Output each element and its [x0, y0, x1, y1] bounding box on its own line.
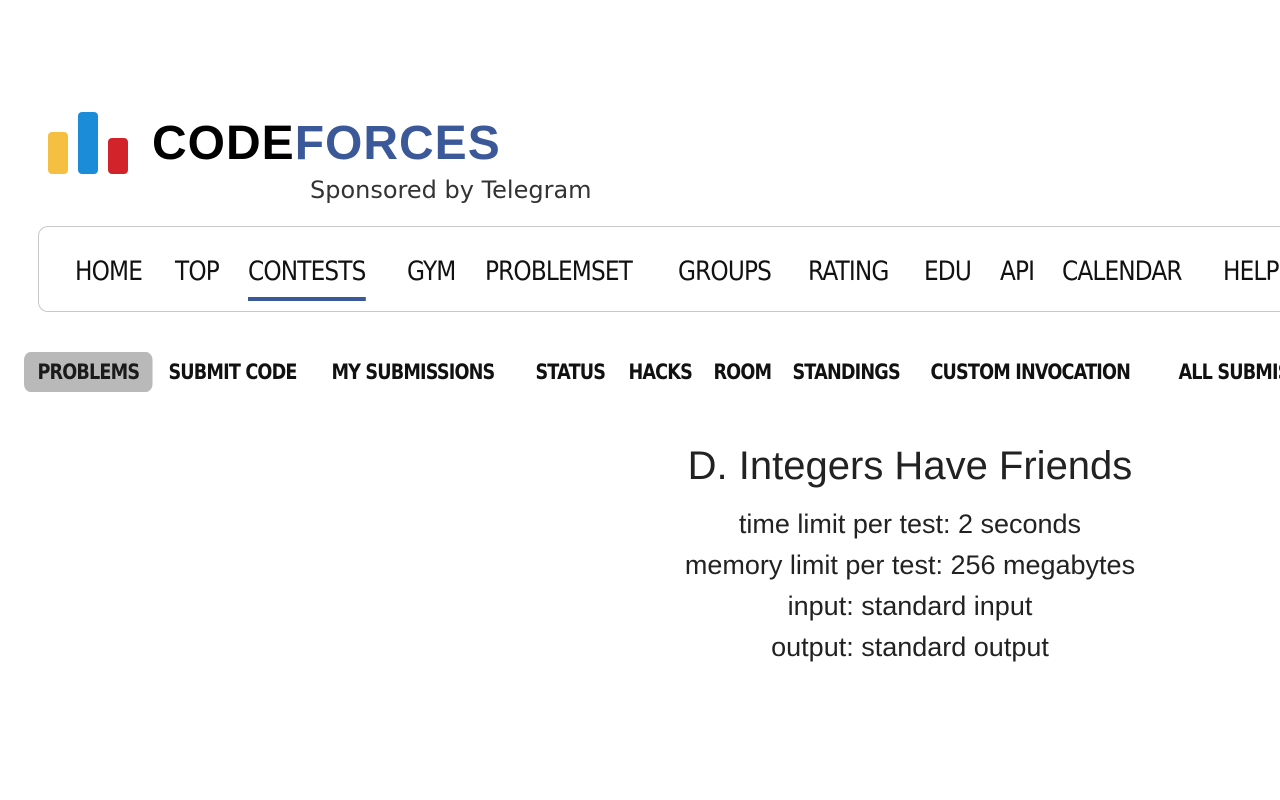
tab-standings[interactable]: STANDINGS — [779, 352, 913, 392]
logo-wordmark: CODEFORCES — [152, 116, 501, 172]
tab-problems[interactable]: PROBLEMS — [24, 352, 153, 392]
input-spec: input: standard input — [787, 591, 1033, 621]
nav-item-problemset[interactable]: PROBLEMSET — [485, 255, 633, 289]
tab-hacks[interactable]: HACKS — [615, 352, 705, 392]
logo-word-code: CODE — [152, 117, 295, 170]
tab-my-submissions[interactable]: MY SUBMISSIONS — [318, 352, 508, 392]
main-nav-list: HOME TOP CONTESTS GYM PROBLEMSET GROUPS … — [75, 255, 1280, 301]
problem-header: D. Integers Have Friends time limit per … — [600, 440, 1220, 668]
nav-item-contests[interactable]: CONTESTS — [247, 255, 366, 301]
output-spec: output: standard output — [771, 632, 1049, 662]
sub-nav-list: PROBLEMS SUBMIT CODE MY SUBMISSIONS STAT… — [24, 352, 1280, 392]
memory-limit: memory limit per test: 256 megabytes — [684, 550, 1136, 580]
tab-submit-code[interactable]: SUBMIT CODE — [155, 352, 310, 392]
tab-room[interactable]: ROOM — [700, 352, 785, 392]
logo-bar-red — [108, 138, 128, 174]
nav-item-help[interactable]: HELP — [1223, 255, 1279, 289]
problem-title: D. Integers Have Friends — [687, 444, 1133, 488]
tab-status[interactable]: STATUS — [522, 352, 619, 392]
nav-item-rating[interactable]: RATING — [808, 255, 889, 289]
tab-all-submissions[interactable]: ALL SUBMISSIONS — [1165, 352, 1280, 392]
codeforces-logo[interactable]: CODEFORCES Sponsored by Telegram — [48, 108, 608, 208]
contest-sub-nav: PROBLEMS SUBMIT CODE MY SUBMISSIONS STAT… — [24, 352, 1280, 392]
logo-word-forces: FORCES — [294, 117, 501, 170]
nav-item-api[interactable]: API — [1000, 255, 1035, 289]
nav-item-groups[interactable]: GROUPS — [678, 255, 772, 289]
nav-item-calendar[interactable]: CALENDAR — [1062, 255, 1183, 289]
logo-bars-icon — [48, 108, 128, 174]
tab-custom-invocation[interactable]: CUSTOM INVOCATION — [917, 352, 1144, 392]
time-limit: time limit per test: 2 seconds — [738, 509, 1082, 539]
nav-item-gym[interactable]: GYM — [407, 255, 456, 289]
page: CODEFORCES Sponsored by Telegram HOME TO… — [0, 0, 1280, 800]
nav-item-home[interactable]: HOME — [75, 255, 143, 289]
nav-item-edu[interactable]: EDU — [924, 255, 972, 289]
logo-bar-blue — [78, 112, 98, 174]
logo-tagline: Sponsored by Telegram — [310, 176, 592, 204]
nav-item-top[interactable]: TOP — [175, 255, 220, 289]
logo-bar-yellow — [48, 132, 68, 174]
main-nav: HOME TOP CONTESTS GYM PROBLEMSET GROUPS … — [38, 226, 1280, 312]
